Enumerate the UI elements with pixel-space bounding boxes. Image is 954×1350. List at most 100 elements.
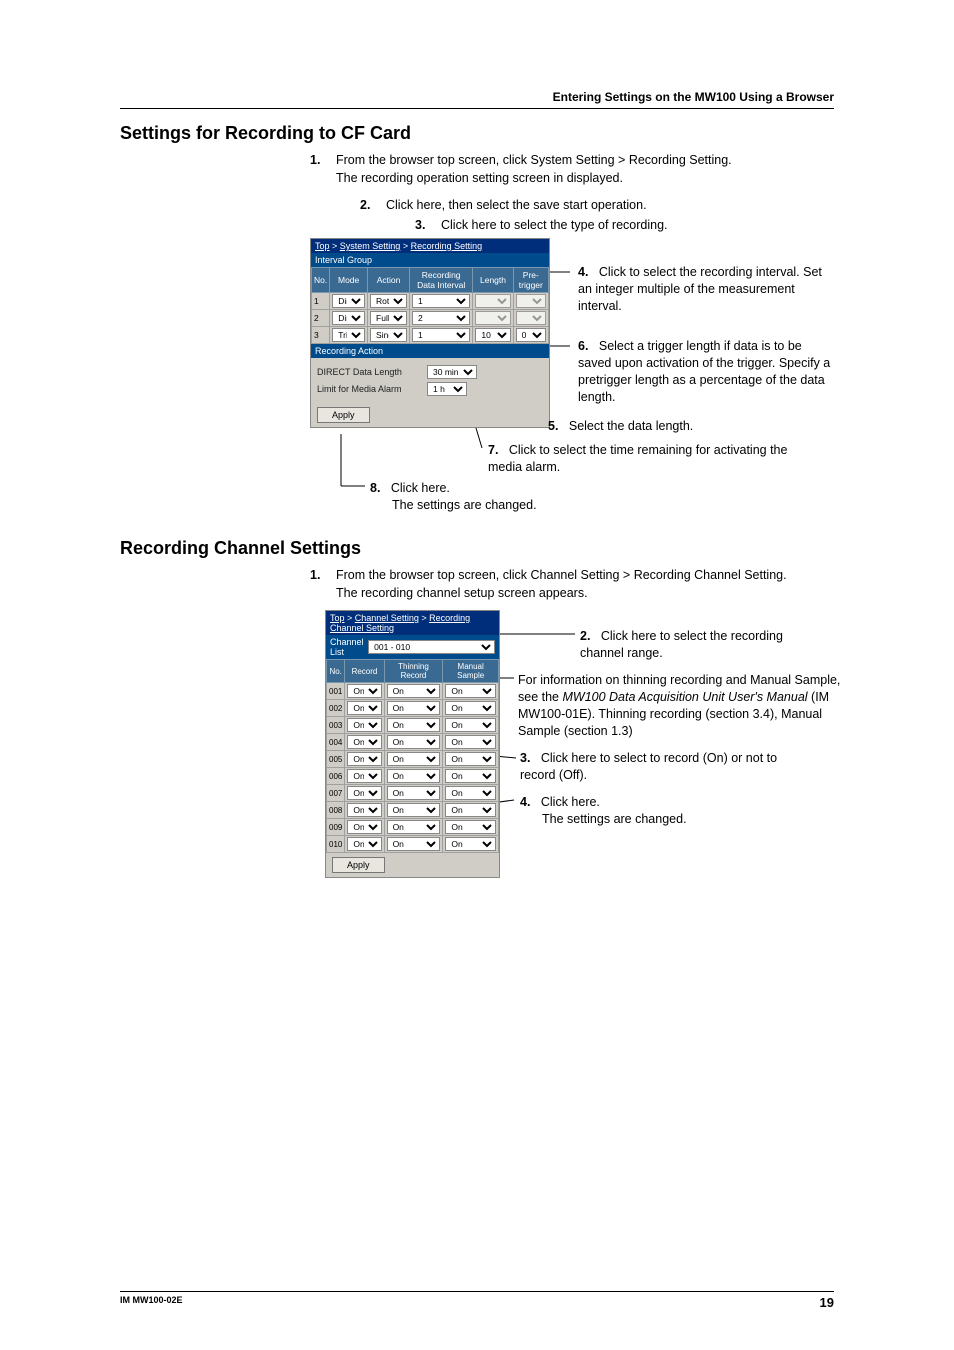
- step-num-2: 2.: [360, 197, 376, 215]
- record-select[interactable]: On: [347, 752, 381, 766]
- interval-select[interactable]: 1: [412, 328, 470, 342]
- ch-no: 009: [327, 819, 345, 836]
- ann6-num: 6.: [578, 339, 588, 353]
- table-row: 002OnOnOn: [327, 700, 499, 717]
- table-row: 009OnOnOn: [327, 819, 499, 836]
- breadcrumb: Top > System Setting > Recording Setting: [311, 239, 549, 253]
- mode-select[interactable]: Direct: [332, 294, 365, 308]
- record-select[interactable]: On: [347, 786, 381, 800]
- manual-select[interactable]: On: [445, 701, 496, 715]
- s2-ann4-sub: The settings are changed.: [542, 811, 687, 828]
- thin-select[interactable]: On: [387, 803, 441, 817]
- step1-main: From the browser top screen, click Syste…: [336, 153, 732, 167]
- action-select[interactable]: Single: [370, 328, 407, 342]
- manual-select[interactable]: On: [445, 803, 496, 817]
- col-mode: Mode: [330, 268, 368, 293]
- pretrigger-select[interactable]: [516, 294, 546, 308]
- thin-select[interactable]: On: [387, 820, 441, 834]
- s2-ann4-text: Click here.: [541, 795, 600, 809]
- recording-action-panel: DIRECT Data Length 30 min Limit for Medi…: [311, 358, 549, 403]
- s2-ann2-text: Click here to select the recording chann…: [580, 629, 783, 660]
- table-row: 2 Direct Full Stop 2: [312, 310, 549, 327]
- manual-select[interactable]: On: [445, 718, 496, 732]
- manual-select[interactable]: On: [445, 837, 496, 851]
- record-select[interactable]: On: [347, 803, 381, 817]
- table-row: 3 Trigger Single 1 10 min 0 %: [312, 327, 549, 344]
- mode-select[interactable]: Direct: [332, 311, 365, 325]
- col-no: No.: [312, 268, 330, 293]
- media-alarm-select[interactable]: 1 h: [427, 382, 467, 396]
- apply-button-2[interactable]: Apply: [332, 857, 385, 873]
- length-select[interactable]: 10 min: [475, 328, 510, 342]
- crumb-top[interactable]: Top: [315, 241, 330, 251]
- ann8-num: 8.: [370, 481, 380, 495]
- manual-select[interactable]: On: [445, 684, 496, 698]
- record-select[interactable]: On: [347, 701, 381, 715]
- channel-range-select[interactable]: 001 - 010: [368, 640, 495, 654]
- channel-table: No. Record Thinning Record Manual Sample…: [326, 659, 499, 853]
- length-select[interactable]: [475, 294, 510, 308]
- pretrigger-select[interactable]: 0 %: [516, 328, 546, 342]
- action-select[interactable]: Rotate: [370, 294, 407, 308]
- direct-length-select[interactable]: 30 min: [427, 365, 477, 379]
- ch-no: 004: [327, 734, 345, 751]
- col-interval: Recording Data Interval: [409, 268, 472, 293]
- col-pretrigger: Pre-trigger: [513, 268, 548, 293]
- thin-select[interactable]: On: [387, 684, 441, 698]
- interval-table: No. Mode Action Recording Data Interval …: [311, 267, 549, 344]
- manual-select[interactable]: On: [445, 786, 496, 800]
- thin-select[interactable]: On: [387, 752, 441, 766]
- thin-select[interactable]: On: [387, 735, 441, 749]
- ann4-num: 4.: [578, 265, 588, 279]
- length-select[interactable]: [475, 311, 510, 325]
- ch-no: 001: [327, 683, 345, 700]
- s2-step-num-1: 1.: [310, 567, 326, 602]
- interval-select[interactable]: 2: [412, 311, 470, 325]
- manual-select[interactable]: On: [445, 769, 496, 783]
- thin-select[interactable]: On: [387, 701, 441, 715]
- record-select[interactable]: On: [347, 820, 381, 834]
- ann6-text: Select a trigger length if data is to be…: [578, 339, 830, 404]
- record-select[interactable]: On: [347, 718, 381, 732]
- record-select[interactable]: On: [347, 837, 381, 851]
- record-select[interactable]: On: [347, 684, 381, 698]
- channel-list-label: Channel List: [330, 637, 368, 657]
- interval-group-header: Interval Group: [311, 253, 549, 267]
- manual-select[interactable]: On: [445, 735, 496, 749]
- action-select[interactable]: Full Stop: [370, 311, 407, 325]
- direct-length-label: DIRECT Data Length: [317, 367, 427, 377]
- channel-setting-screenshot: Top > Channel Setting > Recording Channe…: [325, 610, 500, 878]
- table-row: 001OnOnOn: [327, 683, 499, 700]
- ann7-num: 7.: [488, 443, 498, 457]
- pretrigger-select[interactable]: [516, 311, 546, 325]
- record-select[interactable]: On: [347, 769, 381, 783]
- manual-select[interactable]: On: [445, 752, 496, 766]
- breadcrumb2: Top > Channel Setting > Recording Channe…: [326, 611, 499, 635]
- ann5-num: 5.: [548, 419, 558, 433]
- manual-select[interactable]: On: [445, 820, 496, 834]
- crumb-recording: Recording Setting: [411, 241, 483, 251]
- table-row: 004OnOnOn: [327, 734, 499, 751]
- ch-no: 002: [327, 700, 345, 717]
- ch-no: 006: [327, 768, 345, 785]
- step-text-1: From the browser top screen, click Syste…: [336, 152, 732, 187]
- table-row: 006OnOnOn: [327, 768, 499, 785]
- cell-no: 2: [312, 310, 330, 327]
- apply-button[interactable]: Apply: [317, 407, 370, 423]
- thin-select[interactable]: On: [387, 769, 441, 783]
- table-row: 007OnOnOn: [327, 785, 499, 802]
- record-select[interactable]: On: [347, 735, 381, 749]
- ann5-text: Select the data length.: [569, 419, 693, 433]
- ch-no: 010: [327, 836, 345, 853]
- thin-select[interactable]: On: [387, 837, 441, 851]
- interval-select[interactable]: 1: [412, 294, 470, 308]
- crumb-system[interactable]: System Setting: [340, 241, 401, 251]
- mode-select[interactable]: Trigger: [332, 328, 365, 342]
- recording-setting-screenshot: Top > System Setting > Recording Setting…: [310, 238, 550, 428]
- thin-select[interactable]: On: [387, 786, 441, 800]
- footer-page: 19: [820, 1295, 834, 1310]
- ann7-text: Click to select the time remaining for a…: [488, 443, 787, 474]
- crumb2-top[interactable]: Top: [330, 613, 345, 623]
- thin-select[interactable]: On: [387, 718, 441, 732]
- crumb2-channel[interactable]: Channel Setting: [355, 613, 419, 623]
